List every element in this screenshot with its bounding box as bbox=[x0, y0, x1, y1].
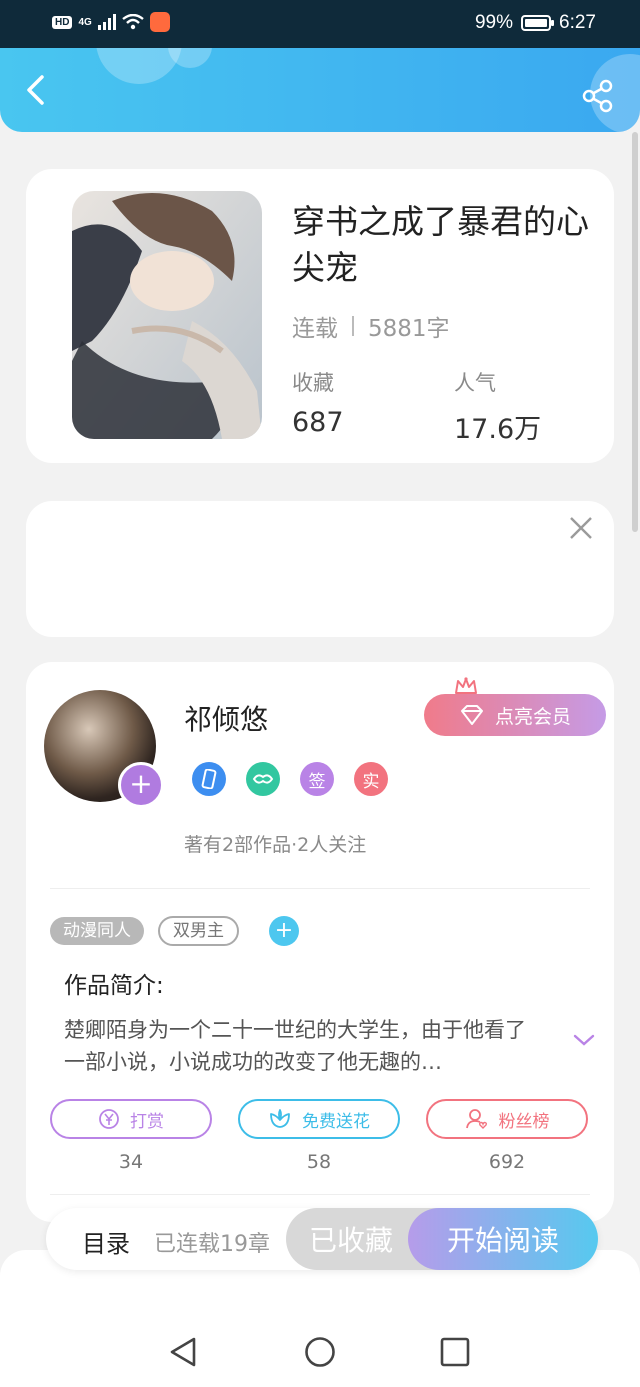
divider bbox=[50, 1194, 590, 1195]
start-reading-button[interactable]: 开始阅读 bbox=[408, 1208, 598, 1270]
popularity-label: 人气 bbox=[454, 371, 496, 395]
network-indicator: 4G bbox=[78, 16, 92, 28]
back-button[interactable] bbox=[20, 72, 56, 108]
status-bar: HD 4G 99% 6:27 bbox=[0, 0, 640, 48]
close-icon bbox=[570, 517, 592, 539]
signal-icon bbox=[97, 14, 116, 30]
chevron-down-icon bbox=[573, 1034, 595, 1046]
book-meta: 连载 5881字 bbox=[292, 309, 450, 343]
top-header bbox=[0, 48, 640, 132]
vip-label: 点亮会员 bbox=[494, 705, 571, 728]
intro-text[interactable]: 楚卿陌身为一个二十一世纪的大学生，由于他看了一部小说，小说成功的改变了他无趣的… bbox=[64, 1014, 540, 1078]
tag-list: 动漫同人 双男主 + bbox=[50, 916, 299, 946]
book-info-card: 穿书之成了暴君的心尖宠 连载 5881字 收藏 687 人气 17.6万 bbox=[26, 169, 614, 463]
collect-count: 687 bbox=[292, 407, 344, 438]
book-cover[interactable] bbox=[72, 191, 262, 439]
divider bbox=[50, 888, 590, 889]
expand-intro-button[interactable] bbox=[572, 1032, 596, 1051]
author-badges: 签 实 bbox=[192, 762, 388, 796]
read-action-bar: 目录 已连载19章 已收藏 开始阅读 bbox=[46, 1208, 598, 1270]
verified-badge[interactable]: 实 bbox=[354, 762, 388, 796]
status-right: 99% 6:27 bbox=[475, 12, 596, 34]
vip-button[interactable]: 点亮会员 bbox=[424, 694, 606, 736]
reward-count: 34 bbox=[118, 1151, 144, 1173]
plus-icon: + bbox=[129, 767, 153, 800]
follow-author-button[interactable]: + bbox=[118, 762, 164, 808]
app-notification-icon bbox=[149, 12, 170, 32]
battery-percent: 99% bbox=[474, 12, 514, 33]
popularity-count: 17.6万 bbox=[454, 414, 542, 445]
collect-label: 收藏 bbox=[292, 371, 334, 395]
serial-status: 连载 bbox=[292, 316, 338, 342]
hd-indicator: HD bbox=[52, 15, 73, 29]
chevron-left-icon bbox=[27, 75, 44, 105]
nav-back-icon[interactable] bbox=[168, 1336, 198, 1368]
share-button[interactable] bbox=[580, 78, 616, 114]
intro-title: 作品简介: bbox=[64, 973, 164, 999]
author-card: + 祁倾悠 点亮会员 签 实 著有2部作品·2人关注 动漫同人 双男主 + 作品… bbox=[26, 662, 614, 1222]
reward-button[interactable]: 打赏 bbox=[50, 1099, 212, 1139]
word-count: 5881字 bbox=[368, 316, 450, 342]
handshake-badge-icon[interactable] bbox=[246, 762, 280, 796]
tag-item[interactable]: 双男主 bbox=[158, 916, 239, 946]
send-flower-label: 免费送花 bbox=[302, 1111, 370, 1132]
verified-badge-label: 实 bbox=[362, 771, 380, 792]
plus-icon: + bbox=[274, 918, 294, 943]
diamond-icon bbox=[460, 705, 483, 725]
fans-count: 692 bbox=[488, 1151, 526, 1173]
battery-level bbox=[525, 19, 547, 27]
close-ad-button[interactable] bbox=[568, 515, 594, 541]
author-name[interactable]: 祁倾悠 bbox=[184, 698, 268, 738]
yen-icon bbox=[99, 1109, 119, 1129]
favorited-label: 已收藏 bbox=[308, 1224, 393, 1257]
status-left: HD 4G bbox=[52, 12, 170, 32]
page-scrollbar[interactable] bbox=[632, 132, 638, 532]
share-icon bbox=[582, 79, 613, 113]
clock: 6:27 bbox=[559, 12, 596, 33]
tag-item[interactable]: 动漫同人 bbox=[50, 917, 144, 945]
reward-label: 打赏 bbox=[130, 1111, 164, 1132]
start-reading-label: 开始阅读 bbox=[446, 1224, 559, 1257]
nav-home-icon[interactable] bbox=[304, 1336, 336, 1368]
flower-count: 58 bbox=[306, 1151, 332, 1173]
fans-icon bbox=[465, 1109, 487, 1129]
phone-badge-icon[interactable] bbox=[192, 762, 226, 796]
wifi-icon bbox=[122, 14, 144, 30]
battery-icon bbox=[521, 15, 555, 31]
nav-recents-icon[interactable] bbox=[440, 1337, 470, 1367]
toc-button[interactable]: 目录 bbox=[82, 1224, 130, 1259]
signed-badge-label: 签 bbox=[308, 771, 326, 792]
ad-banner[interactable] bbox=[26, 501, 614, 637]
book-title: 穿书之成了暴君的心尖宠 bbox=[292, 202, 589, 287]
cover-illustration bbox=[72, 191, 262, 439]
system-navigation-bar bbox=[0, 1310, 640, 1387]
author-works-info: 著有2部作品·2人关注 bbox=[184, 834, 367, 856]
meta-divider bbox=[352, 316, 354, 336]
send-flower-button[interactable]: 免费送花 bbox=[238, 1099, 400, 1139]
signed-badge[interactable]: 签 bbox=[300, 762, 334, 796]
chapter-count[interactable]: 已连载19章 bbox=[154, 1226, 270, 1258]
fans-rank-label: 粉丝榜 bbox=[498, 1111, 550, 1132]
add-tag-button[interactable]: + bbox=[269, 916, 299, 946]
flower-icon bbox=[270, 1109, 290, 1128]
fans-rank-button[interactable]: 粉丝榜 bbox=[426, 1099, 588, 1139]
